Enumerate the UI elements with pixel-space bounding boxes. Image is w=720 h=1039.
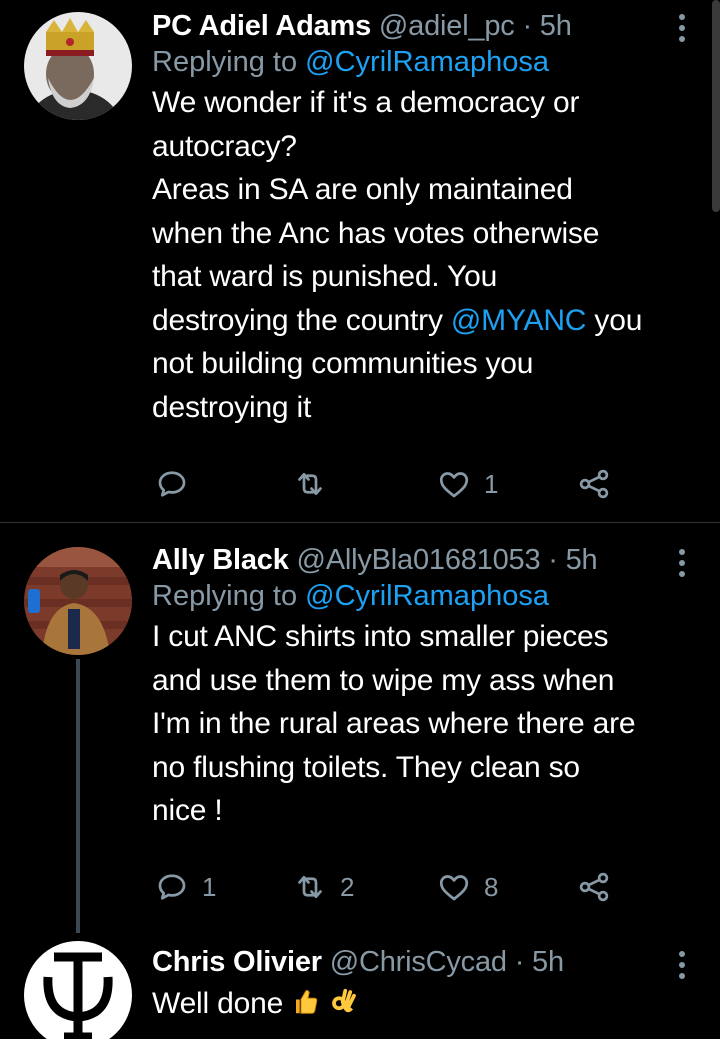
text-segment: Well done bbox=[152, 987, 284, 1020]
thread-line bbox=[76, 659, 80, 933]
text-segment: you bbox=[586, 303, 643, 337]
reply-button[interactable]: 1 bbox=[154, 867, 216, 907]
separator-dot: · bbox=[522, 10, 532, 42]
like-count: 8 bbox=[484, 871, 499, 902]
text-line: when the Anc has votes otherwise bbox=[152, 216, 600, 250]
share-button[interactable] bbox=[576, 867, 612, 907]
tweet-header: PC Adiel Adams @adiel_pc · 5h bbox=[152, 8, 700, 44]
tweet-header: Chris Olivier @ChrisCycad · 5h bbox=[152, 944, 700, 980]
replying-prefix: Replying to bbox=[152, 580, 306, 612]
replying-prefix: Replying to bbox=[152, 46, 306, 78]
text-line: autocracy? bbox=[152, 129, 297, 163]
text-line: nice ! bbox=[152, 794, 223, 827]
text-line: and use them to wipe my ass when bbox=[152, 663, 615, 697]
tweet-actions: 1 bbox=[152, 464, 622, 504]
text-line: I cut ANC shirts into smaller pieces bbox=[152, 620, 609, 653]
tweet-header: Ally Black @AllyBla01681053 · 5h bbox=[152, 542, 700, 578]
avatar-image bbox=[24, 941, 132, 1039]
retweet-icon bbox=[298, 875, 322, 899]
share-icon bbox=[579, 469, 609, 499]
reply-icon bbox=[158, 471, 186, 497]
avatar-chris[interactable] bbox=[24, 941, 132, 1039]
like-button[interactable]: 1 bbox=[436, 464, 498, 504]
tweet-text: I cut ANC shirts into smaller pieces and… bbox=[152, 615, 700, 833]
tweet-3[interactable]: Chris Olivier @ChrisCycad · 5h Well done bbox=[0, 933, 720, 1039]
author-handle[interactable]: @ChrisCycad bbox=[330, 946, 507, 978]
more-icon[interactable] bbox=[676, 10, 688, 46]
replying-mention[interactable]: @CyrilRamaphosa bbox=[305, 580, 549, 612]
tweet-text: Well done bbox=[152, 982, 700, 1026]
author-name[interactable]: Chris Olivier bbox=[152, 946, 322, 978]
replying-to: Replying to @CyrilRamaphosa bbox=[152, 44, 700, 80]
separator-dot: · bbox=[514, 946, 525, 978]
text-line: destroying the country @MYANC you bbox=[152, 299, 700, 343]
share-icon bbox=[579, 872, 609, 902]
author-handle[interactable]: @AllyBla01681053 bbox=[297, 544, 541, 576]
more-icon[interactable] bbox=[676, 545, 688, 581]
myanc-mention[interactable]: @MYANC bbox=[451, 304, 587, 337]
avatar-ally[interactable] bbox=[24, 547, 132, 655]
text-line: We wonder if it's a democracy or bbox=[152, 86, 580, 119]
retweet-button[interactable]: 2 bbox=[292, 867, 354, 907]
avatar-image bbox=[24, 547, 132, 655]
share-button[interactable] bbox=[576, 464, 612, 504]
text-line: no flushing toilets. They clean so bbox=[152, 750, 580, 784]
reply-button[interactable] bbox=[154, 464, 202, 504]
ok-hand-emoji bbox=[332, 988, 357, 1013]
timestamp[interactable]: 5h bbox=[566, 544, 598, 576]
replying-mention[interactable]: @CyrilRamaphosa bbox=[305, 46, 549, 78]
tweet-actions: 1 2 8 bbox=[152, 867, 622, 907]
tweet-1[interactable]: PC Adiel Adams @adiel_pc · 5h Replying t… bbox=[0, 0, 720, 522]
text-line: not building communities you bbox=[152, 347, 534, 380]
reply-count: 1 bbox=[202, 871, 217, 902]
reply-icon bbox=[158, 874, 186, 900]
text-line: I'm in the rural areas where there are bbox=[152, 707, 636, 740]
more-icon[interactable] bbox=[676, 947, 688, 983]
author-name[interactable]: Ally Black bbox=[152, 544, 289, 576]
avatar-image bbox=[24, 12, 132, 120]
tweet-2[interactable]: Ally Black @AllyBla01681053 · 5h Replyin… bbox=[0, 523, 720, 933]
retweet-button[interactable] bbox=[292, 464, 340, 504]
retweet-count: 2 bbox=[340, 871, 355, 902]
author-handle[interactable]: @adiel_pc bbox=[379, 10, 515, 42]
text-line: Areas in SA are only maintained bbox=[152, 173, 573, 206]
timestamp[interactable]: 5h bbox=[540, 10, 572, 42]
text-line: Well done bbox=[152, 982, 700, 1026]
retweet-icon bbox=[298, 472, 322, 496]
timestamp[interactable]: 5h bbox=[532, 946, 564, 978]
like-count: 1 bbox=[484, 468, 499, 499]
tweet-text: We wonder if it's a democracy or autocra… bbox=[152, 81, 700, 429]
like-icon bbox=[439, 875, 469, 901]
like-icon bbox=[439, 472, 469, 498]
text-segment: destroying the country bbox=[152, 303, 451, 337]
avatar-adiel[interactable] bbox=[24, 12, 132, 120]
like-button[interactable]: 8 bbox=[436, 867, 498, 907]
text-line: that ward is punished. You bbox=[152, 260, 498, 293]
replying-to: Replying to @CyrilRamaphosa bbox=[152, 578, 700, 614]
separator-dot: · bbox=[548, 544, 558, 576]
author-name[interactable]: PC Adiel Adams bbox=[152, 10, 371, 42]
text-line: destroying it bbox=[152, 390, 312, 424]
thumbs-up-emoji bbox=[296, 990, 318, 1014]
